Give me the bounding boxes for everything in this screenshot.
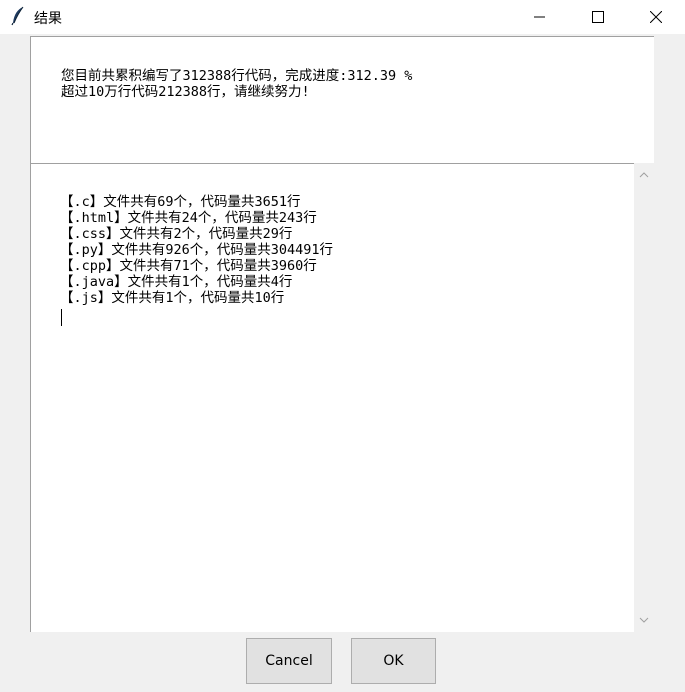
maximize-button[interactable]: [569, 0, 627, 34]
text-caret: [61, 309, 62, 326]
summary-line-encouragement: 超过10万行代码212388行，请继续努力!: [61, 84, 310, 100]
list-item: 【.cpp】文件共有71个，代码量共3960行: [60, 258, 317, 274]
close-icon: [650, 11, 662, 23]
vertical-scrollbar[interactable]: [634, 163, 654, 632]
file-stats-textbox[interactable]: 【.c】文件共有69个，代码量共3651行 【.html】文件共有24个，代码量…: [30, 163, 634, 632]
list-item: 【.java】文件共有1个，代码量共4行: [60, 274, 293, 290]
list-item: 【.js】文件共有1个，代码量共10行: [60, 290, 285, 306]
dialog-window: 结果 您目前共累积编写了312388行代码，完成进度:312.39 % 超过10…: [0, 0, 685, 692]
minimize-icon: [534, 16, 545, 18]
scroll-down-button[interactable]: [634, 610, 654, 630]
ok-button[interactable]: OK: [351, 638, 436, 684]
maximize-icon: [592, 11, 604, 23]
list-item: 【.html】文件共有24个，代码量共243行: [60, 210, 317, 226]
window-title: 结果: [34, 11, 62, 27]
list-item: 【.css】文件共有2个，代码量共29行: [60, 226, 293, 242]
summary-line-progress: 您目前共累积编写了312388行代码，完成进度:312.39 %: [61, 68, 413, 84]
title-bar: 结果: [0, 0, 685, 34]
list-item: 【.py】文件共有926个，代码量共304491行: [60, 242, 334, 258]
chevron-down-icon: [639, 617, 649, 623]
summary-message-area: 您目前共累积编写了312388行代码，完成进度:312.39 % 超过10万行代…: [30, 36, 654, 163]
feather-icon: [10, 6, 26, 26]
scroll-up-button[interactable]: [634, 165, 654, 185]
minimize-button[interactable]: [511, 0, 569, 34]
list-item: 【.c】文件共有69个，代码量共3651行: [60, 194, 301, 210]
chevron-up-icon: [639, 172, 649, 178]
close-button[interactable]: [627, 0, 685, 34]
file-stats-list: 【.c】文件共有69个，代码量共3651行 【.html】文件共有24个，代码量…: [60, 194, 333, 306]
cancel-button[interactable]: Cancel: [246, 638, 332, 684]
